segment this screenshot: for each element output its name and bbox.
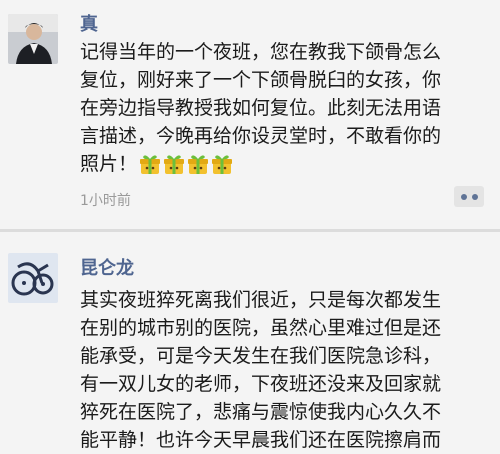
moment-post: 真 记得当年的一个夜班，您在教我下颌骨怎么 复位，刚好来了一个下颌骨脱臼的女孩，…: [0, 0, 500, 232]
gift-icon: [212, 154, 233, 174]
post-content-line: 复位，刚好来了一个下颌骨脱臼的女孩，你: [80, 69, 442, 91]
post-content-line: 猝死在医院了，悲痛与震惊使我内心久久不: [80, 401, 442, 423]
avatar[interactable]: [8, 253, 58, 303]
post-content-line: 在旁边指导教授我如何复位。此刻无法用语: [80, 97, 442, 119]
gift-icon: [140, 154, 161, 174]
avatar[interactable]: [8, 14, 58, 64]
post-content: 其实夜班猝死离我们很近，只是每次都发生 在别的城市别的医院，虽然心里难过但是还 …: [80, 286, 492, 454]
post-content-line: 其实夜班猝死离我们很近，只是每次都发生: [80, 289, 442, 311]
author-name[interactable]: 昆仑龙: [80, 254, 134, 280]
gift-icon: [164, 154, 185, 174]
post-content-last-line: 照片！: [80, 150, 492, 179]
post-content: 记得当年的一个夜班，您在教我下颌骨怎么 复位，刚好来了一个下颌骨脱臼的女孩，你 …: [80, 38, 492, 179]
dot-icon: [471, 193, 478, 200]
post-content-line: 照片！: [80, 153, 138, 175]
post-content-line: 记得当年的一个夜班，您在教我下颌骨怎么: [80, 41, 442, 63]
dot-icon: [460, 193, 467, 200]
gift-icon: [188, 154, 209, 174]
post-content-line: 言描述，今晚再给你设灵堂时，不敢看你的: [80, 125, 442, 147]
post-content-line: 能平静！也许今天早晨我们还在医院擦肩而: [80, 429, 442, 451]
author-name[interactable]: 真: [80, 10, 98, 36]
post-content-line: 在别的城市别的医院，虽然心里难过但是还: [80, 317, 442, 339]
post-content-line: 有一双儿女的老师，下夜班还没来及回家就: [80, 373, 442, 395]
more-options-button[interactable]: [454, 186, 484, 207]
emoji-group: [139, 151, 235, 179]
timestamp: 1小时前: [80, 193, 131, 209]
post-content-line: 能承受，可是今天发生在我们医院急诊科，: [80, 345, 442, 367]
moment-post: 昆仑龙 其实夜班猝死离我们很近，只是每次都发生 在别的城市别的医院，虽然心里难过…: [0, 232, 500, 451]
